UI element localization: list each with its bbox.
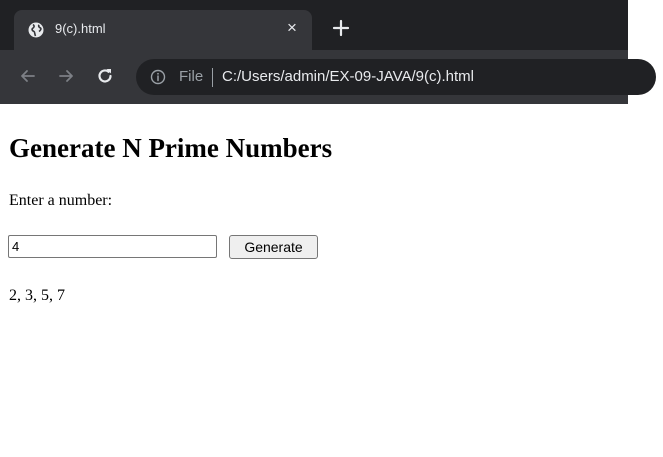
info-icon[interactable] xyxy=(150,69,166,85)
number-prompt-label: Enter a number: xyxy=(9,192,113,209)
browser-toolbar: File C:/Users/admin/EX-09-JAVA/9(c).html xyxy=(0,50,656,104)
page-content: Generate N Prime Numbers Enter a number:… xyxy=(0,104,663,457)
tab-title: 9(c).html xyxy=(55,21,106,36)
generate-button[interactable]: Generate xyxy=(229,235,318,259)
browser-window-chrome: 9(c).html × File C:/Users/admin/EX-09-JA… xyxy=(0,0,656,104)
address-bar[interactable]: File C:/Users/admin/EX-09-JAVA/9(c).html xyxy=(136,59,656,95)
number-input[interactable] xyxy=(8,235,217,258)
address-divider xyxy=(212,68,213,87)
page-title: Generate N Prime Numbers xyxy=(9,133,333,163)
tab-close-icon[interactable]: × xyxy=(283,19,301,37)
reload-icon[interactable] xyxy=(95,66,115,86)
new-tab-icon[interactable] xyxy=(330,17,352,39)
address-scheme-label: File xyxy=(179,68,204,85)
forward-arrow-icon[interactable] xyxy=(56,66,76,86)
prime-numbers-result: 2, 3, 5, 7 xyxy=(9,287,65,304)
address-url[interactable]: C:/Users/admin/EX-09-JAVA/9(c).html xyxy=(222,68,474,85)
back-arrow-icon[interactable] xyxy=(18,66,38,86)
globe-icon xyxy=(28,22,44,38)
browser-tab[interactable]: 9(c).html × xyxy=(14,10,312,50)
